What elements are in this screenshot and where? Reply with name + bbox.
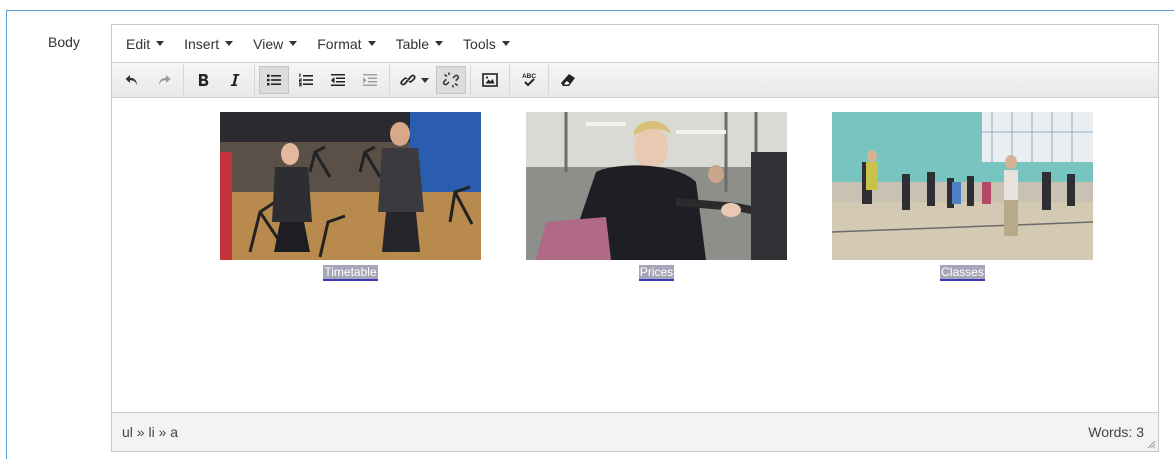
- rich-text-editor: Edit Insert View Format Table Tools ABC …: [111, 24, 1159, 452]
- undo-button[interactable]: [117, 66, 147, 94]
- figure-caption-link[interactable]: Timetable: [323, 265, 378, 281]
- clear-format-button[interactable]: [553, 66, 583, 94]
- indent-icon: [363, 74, 377, 86]
- link-icon: [399, 74, 416, 86]
- bold-icon: [199, 74, 209, 86]
- bullet-list-button[interactable]: [259, 66, 289, 94]
- italic-icon: [230, 74, 240, 86]
- unlink-button[interactable]: [436, 66, 466, 94]
- indent-button[interactable]: [355, 66, 385, 94]
- caret-down-icon: [289, 41, 298, 46]
- menu-tools-label: Tools: [463, 35, 496, 52]
- caret-down-icon: [501, 41, 510, 46]
- outdent-button[interactable]: [323, 66, 353, 94]
- editor-menubar: Edit Insert View Format Table Tools: [112, 25, 1158, 62]
- menu-edit[interactable]: Edit: [116, 30, 174, 58]
- list-group: [258, 65, 390, 95]
- spinning-class-photo[interactable]: [220, 112, 481, 260]
- menu-format-label: Format: [317, 35, 362, 52]
- caret-down-icon: [420, 77, 429, 83]
- menu-edit-label: Edit: [126, 35, 151, 52]
- caret-down-icon: [156, 41, 165, 46]
- resize-handle-icon[interactable]: [1146, 439, 1156, 449]
- menu-tools[interactable]: Tools: [453, 30, 520, 58]
- proofing-group: ABC: [513, 65, 549, 95]
- dance-class-photo[interactable]: [832, 112, 1093, 260]
- italic-button[interactable]: [220, 66, 250, 94]
- menu-view-label: View: [253, 35, 284, 52]
- bullet-list-icon: [267, 74, 281, 86]
- figure-classes: Classes: [832, 112, 1093, 281]
- image-icon: [482, 73, 498, 87]
- bold-button[interactable]: [188, 66, 218, 94]
- figure-caption-link[interactable]: Classes: [940, 265, 985, 281]
- redo-button[interactable]: [149, 66, 179, 94]
- editor-toolbar: ABC: [112, 62, 1158, 98]
- figure-prices: Prices: [526, 112, 787, 281]
- cycling-woman-photo[interactable]: [526, 112, 787, 260]
- caret-down-icon: [435, 41, 444, 46]
- menu-insert-label: Insert: [184, 35, 220, 52]
- link-button[interactable]: [394, 66, 434, 94]
- menu-format[interactable]: Format: [307, 30, 385, 58]
- menu-table[interactable]: Table: [386, 30, 453, 58]
- redo-icon: [159, 75, 171, 86]
- figure-caption-link[interactable]: Prices: [638, 265, 675, 281]
- word-count: Words: 3: [1088, 424, 1144, 440]
- insert-image-button[interactable]: [475, 66, 505, 94]
- spellcheck-button[interactable]: ABC: [514, 66, 544, 94]
- spellcheck-glyph: ABC: [522, 73, 536, 80]
- link-group: [393, 65, 471, 95]
- numbered-list-button[interactable]: [291, 66, 321, 94]
- format-group: [552, 65, 587, 95]
- editor-statusbar: ul » li » a Words: 3: [112, 412, 1158, 451]
- caret-down-icon: [367, 41, 376, 46]
- body-field-label: Body: [48, 34, 80, 50]
- unlink-icon: [442, 72, 460, 88]
- menu-insert[interactable]: Insert: [174, 30, 243, 58]
- menu-table-label: Table: [395, 35, 430, 52]
- menu-view[interactable]: View: [243, 30, 307, 58]
- undo-icon: [125, 75, 137, 86]
- numbered-list-icon: [299, 73, 313, 87]
- editor-content[interactable]: Timetable Prices Classes: [112, 98, 1158, 411]
- caret-down-icon: [225, 41, 234, 46]
- element-path[interactable]: ul » li » a: [122, 424, 178, 440]
- figure-timetable: Timetable: [220, 112, 481, 281]
- outdent-icon: [331, 74, 345, 86]
- history-group: [116, 65, 184, 95]
- spellcheck-icon: ABC: [522, 73, 536, 87]
- media-group: [474, 65, 510, 95]
- clear-format-icon: [561, 74, 575, 86]
- style-group: [187, 65, 255, 95]
